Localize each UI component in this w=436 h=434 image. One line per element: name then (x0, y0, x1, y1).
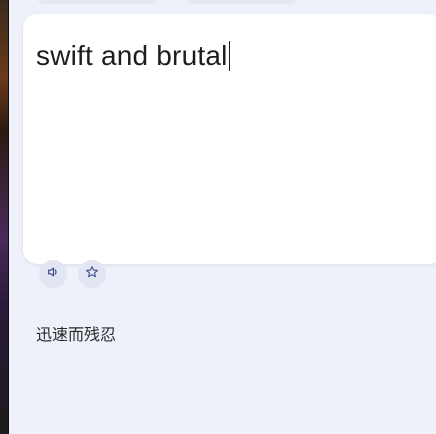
source-input-card[interactable]: swift and brutal (23, 14, 436, 264)
star-icon (85, 265, 99, 284)
top-tab-right (187, 0, 297, 4)
translation-panel: swift and brutal 迅速而残忍 (9, 0, 436, 434)
favorite-button[interactable] (78, 260, 106, 288)
speaker-icon (46, 265, 60, 284)
source-text[interactable]: swift and brutal (36, 40, 228, 71)
speak-button[interactable] (39, 260, 67, 288)
top-tab-left (37, 0, 157, 4)
source-text-input[interactable]: swift and brutal (36, 40, 231, 72)
text-caret (228, 41, 231, 71)
translation-result: 迅速而残忍 (36, 325, 117, 344)
background-window-edge (0, 0, 9, 434)
